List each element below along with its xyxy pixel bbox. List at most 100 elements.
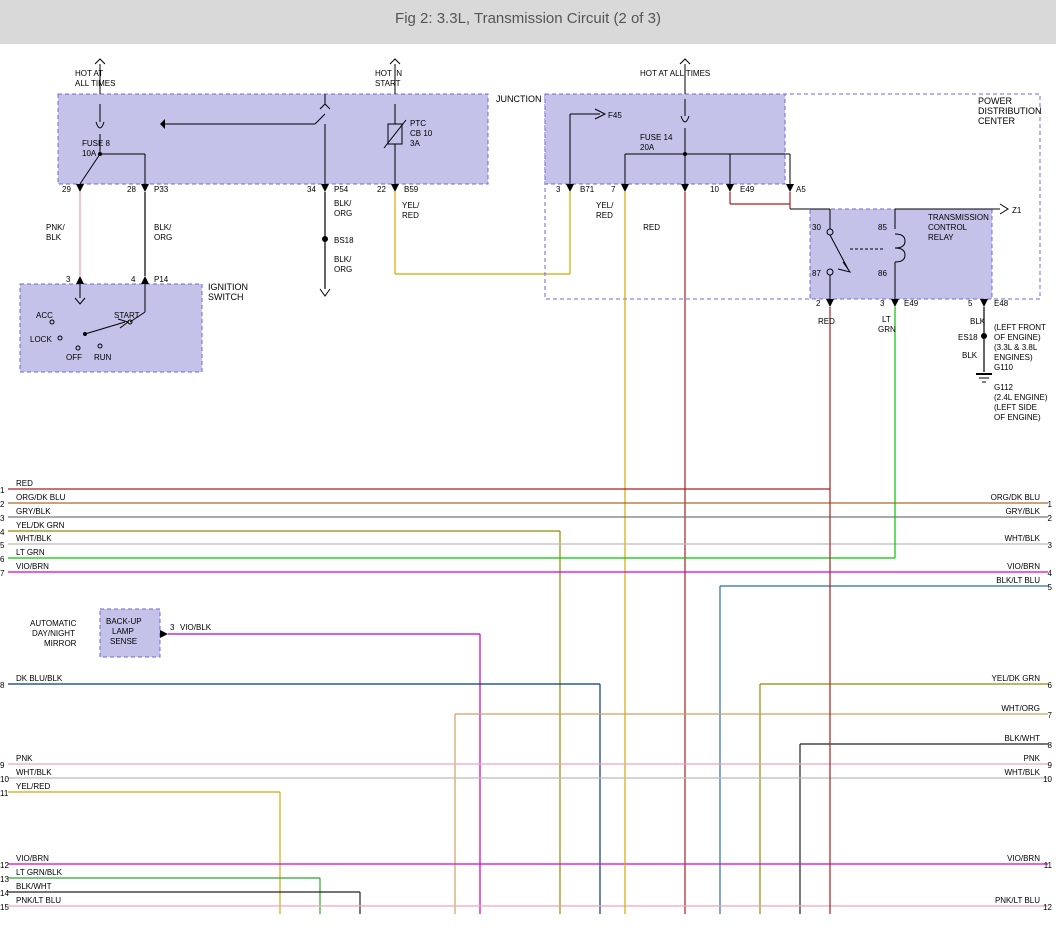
svg-text:BS18: BS18 <box>334 236 354 245</box>
svg-text:5: 5 <box>968 299 973 308</box>
svg-text:(3.3L & 3.8L: (3.3L & 3.8L <box>994 343 1038 352</box>
svg-text:POWER: POWER <box>978 96 1013 106</box>
svg-text:22: 22 <box>377 185 386 194</box>
svg-text:ES18: ES18 <box>958 333 978 342</box>
svg-text:RED: RED <box>402 211 419 220</box>
svg-text:2: 2 <box>816 299 821 308</box>
svg-text:20A: 20A <box>640 143 655 152</box>
svg-text:LT GRN: LT GRN <box>16 548 45 557</box>
svg-text:10A: 10A <box>82 149 97 158</box>
svg-text:GRY/BLK: GRY/BLK <box>1005 507 1040 516</box>
svg-text:BLK/WHT: BLK/WHT <box>16 882 52 891</box>
svg-text:10: 10 <box>1043 775 1052 784</box>
svg-text:DAY/NIGHT: DAY/NIGHT <box>32 629 75 638</box>
svg-text:E48: E48 <box>994 299 1009 308</box>
svg-text:34: 34 <box>307 185 316 194</box>
svg-text:4: 4 <box>1048 569 1053 578</box>
svg-text:VIO/BRN: VIO/BRN <box>16 562 49 571</box>
diagram-canvas: JUNCTION BLOCK HOT AT ALL TIMES HOT IN S… <box>0 44 1056 934</box>
svg-text:7: 7 <box>1048 711 1053 720</box>
svg-text:LT GRN/BLK: LT GRN/BLK <box>16 868 63 877</box>
svg-text:4: 4 <box>131 275 136 284</box>
svg-text:1: 1 <box>0 486 5 495</box>
junction-block <box>58 94 488 184</box>
svg-text:1: 1 <box>1048 500 1053 509</box>
svg-text:PTC: PTC <box>410 119 426 128</box>
svg-text:MIRROR: MIRROR <box>44 639 77 648</box>
svg-text:WHT/BLK: WHT/BLK <box>1004 534 1040 543</box>
svg-text:11: 11 <box>1044 861 1053 870</box>
svg-text:LOCK: LOCK <box>30 335 52 344</box>
svg-text:YEL/DK GRN: YEL/DK GRN <box>992 674 1041 683</box>
svg-text:2: 2 <box>1048 514 1053 523</box>
svg-text:YEL/RED: YEL/RED <box>16 782 50 791</box>
svg-text:OF ENGINE): OF ENGINE) <box>994 333 1041 342</box>
svg-text:SENSE: SENSE <box>110 637 137 646</box>
svg-text:ALL TIMES: ALL TIMES <box>75 79 115 88</box>
svg-text:P33: P33 <box>154 185 169 194</box>
svg-text:ORG/DK BLU: ORG/DK BLU <box>16 493 66 502</box>
svg-text:BLK/: BLK/ <box>334 255 352 264</box>
svg-text:14: 14 <box>0 889 9 898</box>
svg-text:DISTRIBUTION: DISTRIBUTION <box>978 106 1042 116</box>
svg-text:3A: 3A <box>410 139 420 148</box>
svg-text:RED: RED <box>596 211 613 220</box>
svg-text:B71: B71 <box>580 185 595 194</box>
svg-text:RED: RED <box>818 317 835 326</box>
svg-text:START: START <box>375 79 401 88</box>
svg-text:BLK/WHT: BLK/WHT <box>1004 734 1040 743</box>
svg-text:RUN: RUN <box>94 353 112 362</box>
svg-text:ORG: ORG <box>334 209 352 218</box>
svg-text:BLK: BLK <box>962 351 978 360</box>
svg-text:12: 12 <box>0 861 9 870</box>
svg-text:11: 11 <box>0 789 9 798</box>
svg-text:6: 6 <box>0 555 5 564</box>
svg-text:ORG/DK BLU: ORG/DK BLU <box>991 493 1041 502</box>
svg-text:8: 8 <box>0 681 5 690</box>
svg-text:FUSE 8: FUSE 8 <box>82 139 111 148</box>
svg-text:WHT/ORG: WHT/ORG <box>1001 704 1040 713</box>
svg-text:PNK/LT BLU: PNK/LT BLU <box>16 896 61 905</box>
svg-text:PNK: PNK <box>1024 754 1041 763</box>
svg-text:BLK/LT BLU: BLK/LT BLU <box>996 576 1040 585</box>
hot-at-all-times-1: HOT AT <box>75 69 103 78</box>
svg-text:GRN: GRN <box>878 325 896 334</box>
svg-text:3: 3 <box>556 185 561 194</box>
figure-title: Fig 2: 3.3L, Transmission Circuit (2 of … <box>0 0 1056 48</box>
svg-text:CENTER: CENTER <box>978 116 1016 126</box>
svg-text:6: 6 <box>1048 681 1053 690</box>
svg-text:13: 13 <box>0 875 9 884</box>
svg-text:RED: RED <box>16 479 33 488</box>
svg-text:OFF: OFF <box>66 353 82 362</box>
svg-text:CONTROL: CONTROL <box>928 223 968 232</box>
svg-text:F45: F45 <box>608 111 622 120</box>
svg-text:OF ENGINE): OF ENGINE) <box>994 413 1041 422</box>
svg-text:VIO/BRN: VIO/BRN <box>1007 854 1040 863</box>
svg-text:G112: G112 <box>994 383 1014 392</box>
svg-text:E49: E49 <box>904 299 919 308</box>
svg-text:P54: P54 <box>334 185 349 194</box>
svg-text:G110: G110 <box>994 363 1014 372</box>
hot-in-start: HOT IN <box>375 69 402 78</box>
svg-text:2: 2 <box>0 500 5 509</box>
svg-text:8: 8 <box>1048 741 1053 750</box>
svg-text:B59: B59 <box>404 185 419 194</box>
svg-text:VIO/BRN: VIO/BRN <box>1007 562 1040 571</box>
svg-text:CB 10: CB 10 <box>410 129 433 138</box>
svg-text:BACK-UP: BACK-UP <box>106 617 142 626</box>
svg-text:87: 87 <box>812 269 821 278</box>
svg-text:5: 5 <box>0 541 5 550</box>
svg-text:BLK: BLK <box>46 233 62 242</box>
svg-text:86: 86 <box>878 269 887 278</box>
svg-text:28: 28 <box>127 185 136 194</box>
svg-text:PNK/: PNK/ <box>46 223 65 232</box>
svg-text:WHT/BLK: WHT/BLK <box>1004 768 1040 777</box>
svg-text:LAMP: LAMP <box>112 627 134 636</box>
svg-text:IGNITION: IGNITION <box>208 282 248 292</box>
svg-text:7: 7 <box>611 185 616 194</box>
svg-text:PNK/LT BLU: PNK/LT BLU <box>995 896 1040 905</box>
svg-text:SWITCH: SWITCH <box>208 292 244 302</box>
svg-text:YEL/: YEL/ <box>596 201 614 210</box>
svg-text:Z1: Z1 <box>1012 206 1022 215</box>
svg-text:LT: LT <box>882 315 891 324</box>
